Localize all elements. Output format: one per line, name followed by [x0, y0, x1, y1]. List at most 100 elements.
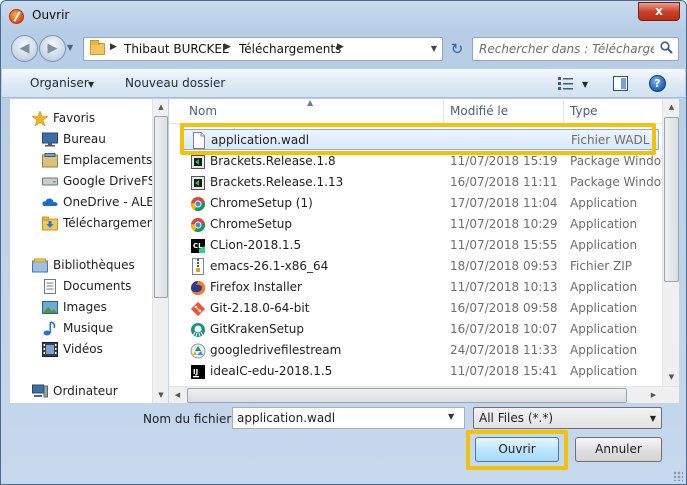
scrollbar-thumb[interactable] — [187, 388, 627, 403]
chrome-icon — [191, 197, 206, 211]
file-row[interactable]: googledrivefilestream 24/07/2018 11:33 A… — [183, 340, 659, 361]
file-row[interactable]: Git-2.18.0-64-bit 16/07/2018 09:58 Appli… — [183, 298, 659, 319]
sidebar-item-downloads[interactable]: Téléchargements — [10, 214, 155, 234]
chevron-down-icon[interactable]: ▼ — [650, 414, 656, 423]
search-input[interactable] — [479, 41, 654, 57]
breadcrumb-downloads[interactable]: Téléchargements — [239, 42, 341, 56]
scroll-up-icon[interactable]: ▲ — [663, 99, 680, 116]
back-button[interactable]: ◀ — [11, 35, 38, 62]
sidebar-item-images[interactable]: Images — [10, 298, 155, 318]
scrollbar-thumb[interactable] — [154, 116, 168, 298]
view-options-chevron-icon[interactable]: ▼ — [582, 80, 588, 89]
breadcrumb-separator-icon[interactable]: ▶ — [337, 42, 344, 52]
file-date: 11/07/2018 10:13 — [450, 280, 558, 294]
filename-input[interactable] — [232, 407, 465, 429]
scrollbar-thumb[interactable] — [664, 117, 679, 282]
file-type-filter-value: All Files (*.*) — [479, 411, 554, 425]
file-type-filter-select[interactable]: All Files (*.*) ▼ — [473, 407, 662, 429]
videos-icon — [42, 342, 58, 357]
file-row[interactable]: CL CLion-2018.1.5 11/07/2018 15:55 Appli… — [183, 235, 659, 256]
column-type[interactable]: Type — [564, 99, 662, 124]
breadcrumb-separator-icon[interactable]: ▶ — [224, 42, 231, 52]
file-row[interactable]: Brackets.Release.1.8 11/07/2018 15:19 Pa… — [183, 151, 662, 172]
address-dropdown-icon[interactable]: ▼ — [431, 44, 437, 53]
search-box[interactable] — [472, 37, 679, 61]
file-type: Application — [570, 217, 638, 231]
file-type: Application — [570, 238, 638, 252]
resize-grip-icon[interactable] — [673, 471, 683, 481]
title-bar[interactable]: Ouvrir x — [1, 1, 686, 31]
filename-dropdown-icon[interactable]: ▼ — [448, 412, 454, 421]
scroll-left-icon[interactable]: ◀ — [169, 387, 186, 404]
sidebar-item-videos[interactable]: Vidéos — [10, 340, 155, 360]
blank-file-icon — [193, 132, 205, 149]
sidebar-item-documents[interactable]: Documents — [10, 277, 155, 297]
file-type: Fichier ZIP — [570, 259, 633, 273]
new-folder-button[interactable]: Nouveau dossier — [125, 76, 225, 90]
command-bar: Organiser ▼ Nouveau dossier ▼ ? — [2, 68, 685, 98]
gitkraken-icon — [191, 323, 205, 337]
file-row[interactable]: emacs-26.1-x86_64 18/07/2018 09:53 Fichi… — [183, 256, 659, 277]
google-drive-icon — [190, 343, 206, 359]
file-name: emacs-26.1-x86_64 — [210, 259, 329, 273]
file-row[interactable]: GitKrakenSetup 16/07/2018 10:07 Applicat… — [183, 319, 659, 340]
file-name: googledrivefilestream — [210, 343, 342, 357]
breadcrumb-user[interactable]: Thibaut BURCKEL — [124, 42, 229, 56]
scroll-up-icon[interactable]: ▲ — [153, 99, 169, 115]
file-type: Application — [570, 343, 638, 357]
music-icon — [43, 321, 56, 336]
file-type: Application — [570, 322, 638, 336]
help-icon[interactable]: ? — [649, 75, 666, 92]
file-row[interactable]: ChromeSetup (1) 17/07/2018 11:04 Applica… — [183, 193, 659, 214]
column-modified[interactable]: Modifié le — [444, 99, 564, 124]
open-button[interactable]: Ouvrir — [475, 437, 559, 462]
close-button[interactable]: x — [638, 2, 680, 21]
file-row[interactable]: Brackets.Release.1.13 16/07/2018 11:11 P… — [183, 172, 662, 193]
organize-button[interactable]: Organiser — [30, 76, 89, 90]
refresh-icon[interactable]: ↻ — [445, 37, 469, 61]
file-row[interactable]: application.wadl Fichier WADL — [183, 129, 659, 150]
file-date: 11/07/2018 10:29 — [450, 217, 558, 231]
scroll-down-icon[interactable]: ▼ — [153, 387, 169, 403]
app-icon — [9, 9, 24, 24]
navigation-scrollbar[interactable]: ▲ ▼ — [152, 99, 168, 403]
preview-pane-icon[interactable] — [613, 76, 628, 91]
file-name: Brackets.Release.1.13 — [210, 175, 344, 189]
libraries-icon — [32, 258, 48, 273]
sidebar-item-favorites[interactable]: Favoris — [10, 109, 155, 129]
horizontal-scrollbar[interactable]: ◀ ▶ — [169, 386, 679, 403]
file-type: Fichier WADL — [571, 133, 650, 147]
sidebar-item-libraries[interactable]: Bibliothèques — [10, 256, 155, 276]
scroll-down-icon[interactable]: ▼ — [663, 369, 680, 386]
intellij-icon: IJ — [191, 365, 205, 379]
cancel-button[interactable]: Annuler — [575, 437, 662, 462]
sidebar-item-recent-places[interactable]: Emplacements récents — [10, 151, 155, 171]
address-bar[interactable]: ▶ Thibaut BURCKEL ▶ Téléchargements ▶ ▼ — [83, 37, 443, 61]
file-list: ▲ Nom Modifié le Type application.wadl F… — [169, 99, 662, 386]
sidebar-item-google-drivefs[interactable]: Google DriveFS — [10, 172, 155, 192]
zip-icon — [192, 258, 204, 275]
sidebar-item-onedrive[interactable]: OneDrive - ALE International — [10, 193, 155, 213]
scroll-right-icon[interactable]: ▶ — [645, 387, 662, 404]
file-name: GitKrakenSetup — [210, 322, 304, 336]
recent-pages-dropdown-icon[interactable]: ▼ — [67, 43, 73, 52]
search-icon[interactable] — [660, 41, 673, 54]
file-row[interactable]: ChromeSetup 11/07/2018 10:29 Application — [183, 214, 659, 235]
change-view-icon[interactable] — [558, 77, 573, 90]
documents-icon — [44, 279, 56, 294]
file-date: 16/07/2018 11:11 — [450, 175, 558, 189]
file-name: ideaIC-edu-2018.1.5 — [210, 364, 333, 378]
sidebar-item-desktop[interactable]: Bureau — [10, 130, 155, 150]
downloads-folder-icon — [42, 216, 58, 231]
forward-button[interactable]: ▶ — [39, 35, 66, 62]
file-type: Application — [570, 364, 638, 378]
file-list-scrollbar[interactable]: ▲ ▼ — [662, 99, 679, 386]
sidebar-item-computer[interactable]: Ordinateur — [10, 382, 155, 402]
chevron-down-icon[interactable]: ▼ — [88, 80, 94, 89]
breadcrumb-separator-icon[interactable]: ▶ — [110, 42, 117, 52]
sidebar-item-music[interactable]: Musique — [10, 319, 155, 339]
column-name[interactable]: Nom — [183, 99, 444, 124]
file-row[interactable]: Firefox Installer 11/07/2018 10:13 Appli… — [183, 277, 659, 298]
window-title: Ouvrir — [32, 8, 70, 22]
file-row[interactable]: IJ ideaIC-edu-2018.1.5 11/07/2018 15:41 … — [183, 361, 659, 382]
